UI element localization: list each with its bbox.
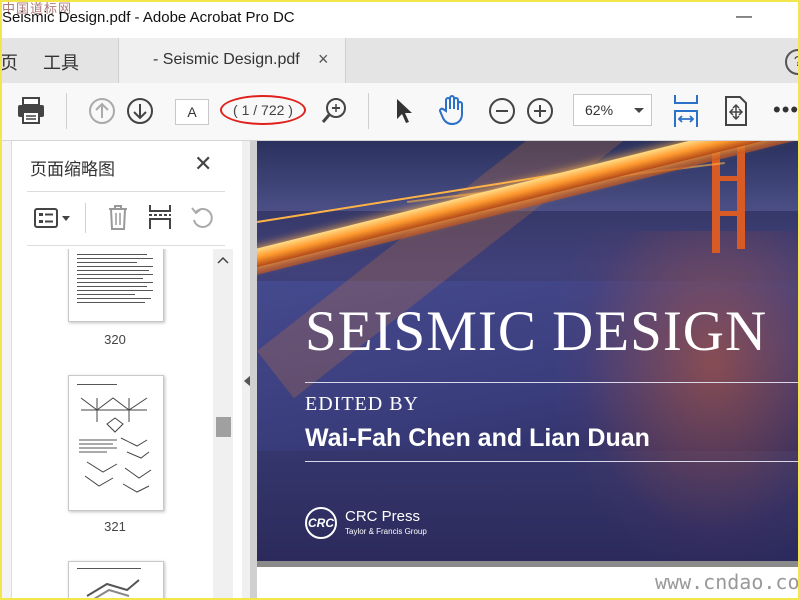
hand-icon[interactable]	[437, 94, 467, 126]
document-view[interactable]: SEISMIC DESIGN EDITED BY Wai-Fah Chen an…	[250, 141, 800, 600]
find-icon[interactable]	[321, 96, 349, 126]
minimize-button[interactable]: —	[736, 8, 752, 26]
trash-icon[interactable]	[106, 203, 130, 231]
thumbnail-list: 320 321	[12, 249, 212, 600]
window-title: Seismic Design.pdf - Adobe Acrobat Pro D…	[2, 9, 295, 26]
print-icon[interactable]	[16, 97, 46, 125]
toolbar-divider	[66, 93, 67, 129]
page-count: ( 1 / 722 )	[220, 95, 306, 125]
thumbnail-scrollbar[interactable]	[213, 249, 233, 600]
page-thumbnail[interactable]	[68, 561, 164, 600]
fit-width-icon[interactable]	[672, 93, 700, 129]
panel-divider	[27, 191, 225, 192]
tab-bar: 页 工具 - Seismic Design.pdf ×	[0, 38, 800, 83]
insert-icon[interactable]	[147, 203, 173, 231]
panel-title: 页面缩略图	[30, 160, 115, 179]
zoom-value: 62%	[585, 102, 614, 118]
crc-logo: CRC	[305, 507, 337, 539]
book-title: SEISMIC DESIGN	[305, 300, 768, 363]
page-figure	[79, 397, 152, 493]
tab-document-label: - Seismic Design.pdf	[153, 51, 300, 68]
zoom-select[interactable]: 62%	[573, 94, 652, 126]
scroll-up-icon[interactable]	[217, 253, 229, 267]
select-cursor-icon[interactable]	[395, 97, 415, 125]
page-thumbnail-label: 321	[104, 519, 126, 534]
watermark-bottom: www.cndao.com	[655, 570, 800, 594]
close-panel-button[interactable]: ✕	[194, 151, 212, 177]
panel-edge	[0, 141, 12, 600]
toolbar-divider	[368, 93, 369, 129]
zoom-in-icon[interactable]	[526, 97, 554, 125]
panel-toolbar-divider	[85, 203, 86, 233]
zoom-out-icon[interactable]	[488, 97, 516, 125]
page-number-input[interactable]: A	[175, 99, 209, 125]
scroll-mode-icon[interactable]	[722, 95, 750, 127]
rotate-icon[interactable]	[189, 204, 215, 230]
panel-divider	[27, 245, 225, 246]
options-icon[interactable]	[33, 207, 73, 229]
publisher-subtitle: Taylor & Francis Group	[345, 527, 427, 536]
more-tools-button[interactable]: •••	[773, 97, 799, 123]
tab-tools[interactable]: 工具	[43, 49, 79, 75]
edited-by-label: EDITED BY	[305, 393, 419, 415]
page-down-icon[interactable]	[126, 97, 154, 125]
page-figure	[86, 579, 140, 600]
toolbar: A ( 1 / 722 ) 62% •••	[0, 83, 800, 141]
scrollbar-thumb[interactable]	[216, 417, 231, 437]
thumbnails-panel: 页面缩略图 ✕ 320 321	[0, 141, 242, 600]
publisher-name: CRC Press	[345, 508, 421, 525]
close-tab-button[interactable]: ×	[318, 49, 329, 70]
chevron-down-icon	[634, 108, 644, 113]
book-authors: Wai-Fah Chen and Lian Duan	[305, 424, 650, 452]
page-thumbnail[interactable]	[68, 375, 164, 511]
page-thumbnail[interactable]	[68, 249, 164, 322]
page-thumbnail-label: 320	[104, 332, 126, 347]
book-cover: SEISMIC DESIGN EDITED BY Wai-Fah Chen an…	[257, 141, 800, 561]
tab-document[interactable]: - Seismic Design.pdf ×	[118, 38, 346, 83]
title-bar: 中国道标网 Seismic Design.pdf - Adobe Acrobat…	[0, 0, 800, 38]
tab-home[interactable]: 页	[0, 49, 18, 75]
page-up-icon[interactable]	[88, 97, 116, 125]
